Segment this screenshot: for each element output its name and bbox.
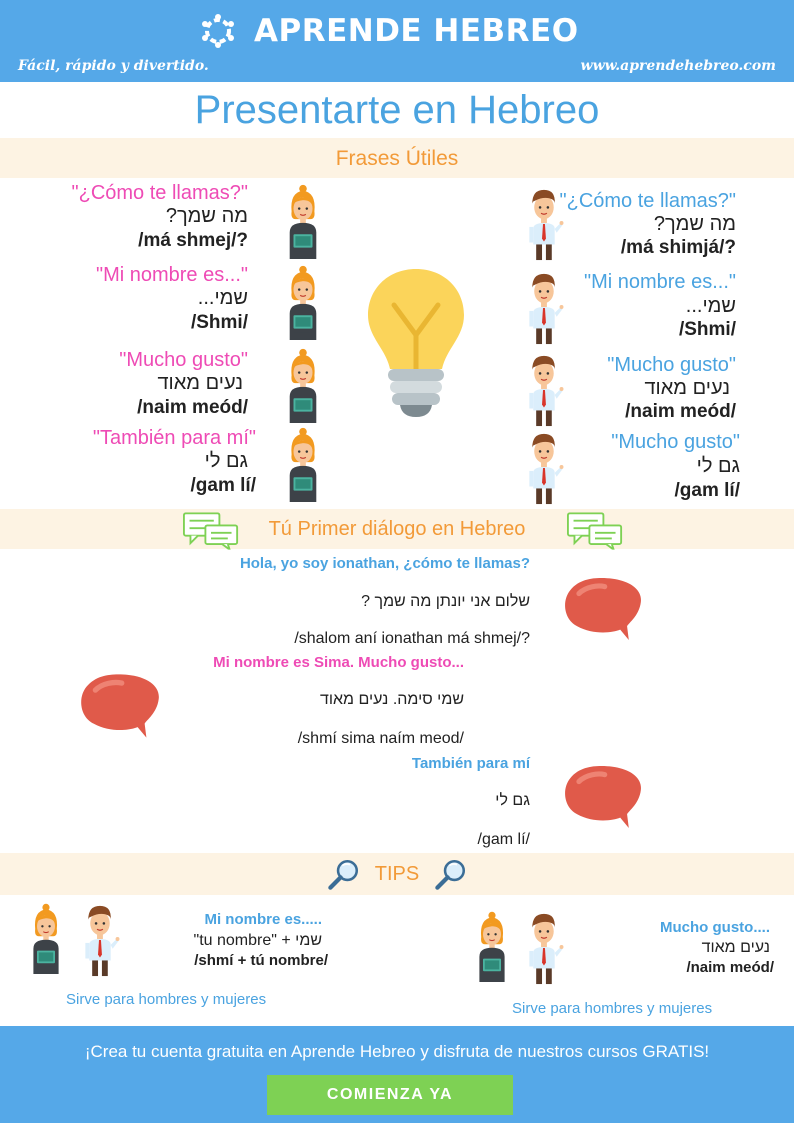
tip-left-he: "tu nombre" + שמי <box>193 932 322 949</box>
start-now-button[interactable]: COMIENZA YA <box>267 1075 513 1115</box>
tips-heading: TIPS <box>374 863 420 885</box>
page-title: Presentarte en Hebreo <box>194 88 600 132</box>
man-avatar-icon <box>520 908 566 986</box>
woman-avatar-icon <box>474 908 510 984</box>
male-phrase-he: שמי... <box>685 295 736 317</box>
tip-right-es: Mucho gusto.... <box>660 919 770 936</box>
man-avatar-icon <box>76 900 122 978</box>
dialog-line-tr: /shmí sima naím meod/ <box>297 730 464 747</box>
male-phrase-tr: /naim meód/ <box>625 401 736 422</box>
man-avatar-icon <box>520 350 566 428</box>
female-phrase-he: מה שמך? <box>165 205 248 227</box>
female-phrase-tr: /Shmi/ <box>190 312 248 333</box>
dialog-line-tr: /gam lí/ <box>477 831 530 848</box>
dialog-heading: Tú Primer diálogo en Hebreo <box>268 518 526 540</box>
tip-left-tr: /shmí + tú nombre/ <box>194 952 328 969</box>
male-phrase-he: נעים מאוד <box>644 377 730 399</box>
male-phrase-es: "Mucho gusto" <box>607 354 736 376</box>
tagline: Fácil, rápido y divertido. <box>18 58 209 74</box>
speech-bubble-icon <box>76 670 164 742</box>
male-phrase-es: "¿Cómo te llamas?" <box>559 190 736 212</box>
female-phrase-es: "¿Cómo te llamas?" <box>71 182 248 204</box>
tip-right-note: Sirve para hombres y mujeres <box>512 1000 713 1017</box>
female-phrase-he: שמי... <box>197 287 248 309</box>
female-phrase-tr: /má shmej/? <box>138 230 248 251</box>
speech-bubble-icon <box>560 762 646 832</box>
dialog-line-he: גם לי <box>495 792 530 809</box>
male-phrase-tr: /gam lí/ <box>674 480 740 501</box>
female-phrase-he: נעים מאוד <box>157 372 243 394</box>
female-phrase-es: "Mi nombre es..." <box>95 264 248 286</box>
dialog-line-es: Mi nombre es Sima. Mucho gusto... <box>213 654 464 671</box>
tip-right-he: נעים מאוד <box>701 939 770 956</box>
female-phrase-he: גם לי <box>204 450 248 472</box>
tip-right-tr: /naim meód/ <box>686 959 774 976</box>
logo-flower-icon <box>202 14 234 48</box>
tip-left-es: Mi nombre es..... <box>204 911 322 928</box>
woman-avatar-icon <box>284 182 322 260</box>
woman-avatar-icon <box>28 900 64 976</box>
woman-avatar-icon <box>284 263 322 341</box>
male-phrase-es: "Mi nombre es..." <box>583 271 736 293</box>
dialog-line-es: También para mí <box>411 755 530 772</box>
woman-avatar-icon <box>284 346 322 424</box>
magnifier-icon <box>434 857 468 891</box>
site-url-link[interactable]: www.aprendehebreo.com <box>581 59 776 73</box>
man-avatar-icon <box>520 268 566 346</box>
male-phrase-he: מה שמך? <box>653 213 736 235</box>
brand-title: APRENDE HEBREO <box>254 13 579 49</box>
phrases-heading: Frases Útiles <box>335 147 459 170</box>
lightbulb-icon <box>368 269 464 417</box>
woman-avatar-icon <box>284 425 322 503</box>
female-phrase-es: "Mucho gusto" <box>119 349 248 371</box>
chat-bubbles-icon <box>567 512 623 550</box>
speech-bubble-icon <box>560 574 646 644</box>
male-phrase-es: "Mucho gusto" <box>611 431 740 453</box>
female-phrase-es: "También para mí" <box>92 427 256 449</box>
male-phrase-he: גם לי <box>696 455 740 477</box>
dialog-line-he: שלום אני יונתן מה שמך ? <box>361 593 530 610</box>
tip-left-note: Sirve para hombres y mujeres <box>66 991 267 1008</box>
footer-text: ¡Crea tu cuenta gratuita en Aprende Hebr… <box>84 1042 710 1061</box>
female-phrase-tr: /naim meód/ <box>137 397 248 418</box>
dialog-line-tr: /shalom aní ionathan má shmej/? <box>294 630 530 647</box>
man-avatar-icon <box>520 428 566 506</box>
male-phrase-tr: /Shmi/ <box>678 319 736 340</box>
dialog-line-he: שמי סימה. נעים מאוד <box>319 691 464 708</box>
male-phrase-tr: /má shimjá/? <box>620 237 736 258</box>
dialog-line-es: Hola, yo soy ionathan, ¿cómo te llamas? <box>239 555 530 572</box>
female-phrase-tr: /gam lí/ <box>190 475 256 496</box>
